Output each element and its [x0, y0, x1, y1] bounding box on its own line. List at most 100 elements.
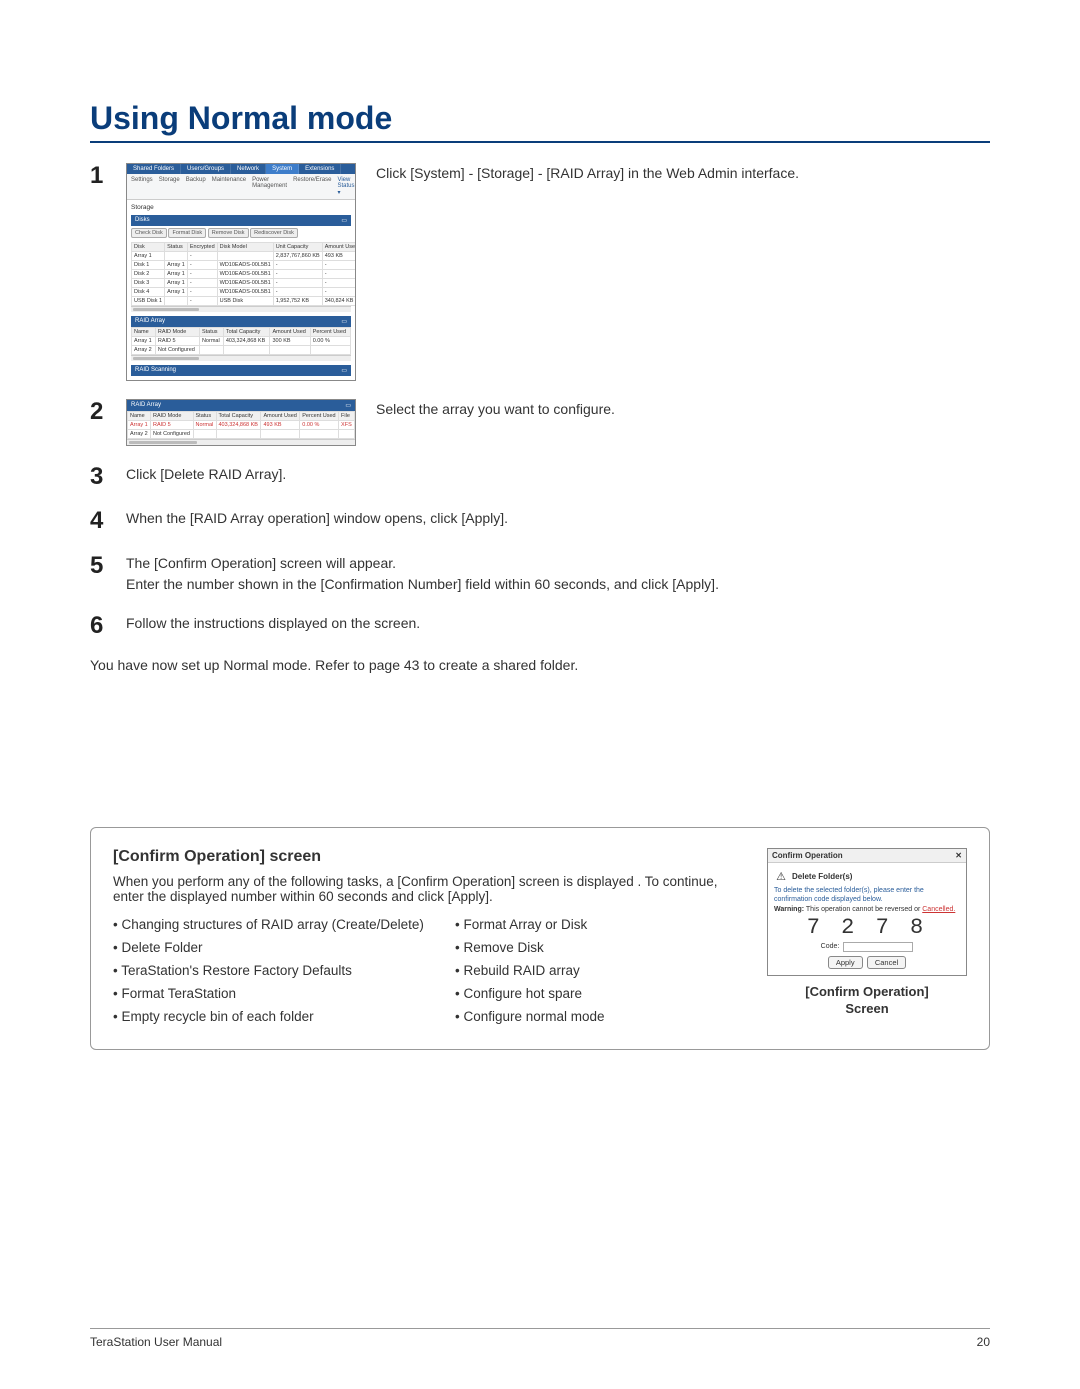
close-icon[interactable]: ✕ — [955, 851, 962, 860]
col-amount-used: Amount Used — [270, 328, 310, 337]
step-3: 3 Click [Delete RAID Array]. — [90, 464, 990, 490]
dialog-warning-label: Warning: — [774, 906, 804, 913]
cell — [270, 346, 310, 355]
cancel-button[interactable]: Cancel — [867, 956, 906, 969]
tab-shared-folders[interactable]: Shared Folders — [127, 164, 181, 174]
view-status-link[interactable]: View Status ▾ — [337, 177, 354, 196]
tab-users-groups[interactable]: Users/Groups — [181, 164, 231, 174]
h-scrollbar[interactable] — [131, 306, 351, 312]
h-scrollbar[interactable] — [131, 355, 351, 361]
cell — [193, 430, 216, 439]
sub-tabs: Settings Storage Backup Maintenance Powe… — [127, 174, 355, 200]
cell: Not Configured — [155, 346, 199, 355]
subtab-settings[interactable]: Settings — [131, 177, 153, 196]
caption-line2: Screen — [845, 1001, 888, 1016]
cell: Array 1 — [132, 252, 165, 261]
col-raid-mode: RAID Mode — [151, 412, 194, 421]
dialog-header: Confirm Operation ✕ — [768, 849, 966, 863]
cell: Array 1 — [165, 270, 188, 279]
col-name: Name — [132, 328, 156, 337]
tab-system[interactable]: System — [266, 164, 299, 174]
cell — [216, 430, 261, 439]
cell: 1,952,752 KB — [273, 297, 322, 306]
cell: - — [273, 288, 322, 297]
col-amount-used: Amount Used — [322, 243, 356, 252]
raid-scanning-header: RAID Scanning ▭ — [131, 365, 351, 376]
cell: 493 KB — [322, 252, 356, 261]
step-4-text: When the [RAID Array operation] window o… — [126, 508, 990, 529]
cell: - — [187, 261, 217, 270]
step-5-text: The [Confirm Operation] screen will appe… — [126, 553, 990, 595]
raid-array-table: Name RAID Mode Status Total Capacity Amo… — [127, 411, 355, 439]
subtab-maintenance[interactable]: Maintenance — [212, 177, 246, 196]
apply-button[interactable]: Apply — [828, 956, 863, 969]
dialog-cancelled-link[interactable]: Cancelled. — [922, 906, 955, 913]
cell: Disk 4 — [132, 288, 165, 297]
confirm-operation-box: [Confirm Operation] screen When you perf… — [90, 827, 990, 1050]
rediscover-disk-button[interactable]: Rediscover Disk — [250, 228, 298, 238]
cell: Array 1 — [128, 421, 151, 430]
cell: 0.00 % — [310, 337, 350, 346]
collapse-icon[interactable]: ▭ — [341, 367, 347, 374]
list-item: Configure hot spare — [455, 983, 655, 1006]
cell: WD10EADS-00L5B1 — [217, 288, 273, 297]
step-number: 4 — [90, 508, 126, 534]
collapse-icon[interactable]: ▭ — [345, 402, 351, 409]
table-row[interactable]: Array 2Not Configured — [128, 430, 355, 439]
collapse-icon[interactable]: ▭ — [341, 217, 347, 224]
step-6-text: Follow the instructions displayed on the… — [126, 613, 990, 634]
subtab-power-management[interactable]: Power Management — [252, 177, 287, 196]
tab-network[interactable]: Network — [231, 164, 266, 174]
step-5: 5 The [Confirm Operation] screen will ap… — [90, 553, 990, 595]
table-row-selected[interactable]: Array 1RAID 5Normal403,324,868 KB493 KB0… — [128, 421, 355, 430]
collapse-icon[interactable]: ▭ — [341, 318, 347, 325]
dialog-caption: [Confirm Operation] Screen — [767, 984, 967, 1018]
cell — [217, 252, 273, 261]
cell: WD10EADS-00L5B1 — [217, 279, 273, 288]
col-total-capacity: Total Capacity — [223, 328, 270, 337]
cell: Array 2 — [128, 430, 151, 439]
top-tabs: Shared Folders Users/Groups Network Syst… — [127, 164, 355, 174]
check-disk-button[interactable]: Check Disk — [131, 228, 167, 238]
h-scrollbar[interactable] — [127, 439, 355, 445]
cell: USB Disk 1 — [132, 297, 165, 306]
cell: - — [187, 279, 217, 288]
subtab-restore-erase[interactable]: Restore/Erase — [293, 177, 331, 196]
code-input[interactable] — [843, 942, 913, 952]
page-footer: TeraStation User Manual 20 — [90, 1328, 990, 1349]
subtab-storage[interactable]: Storage — [159, 177, 180, 196]
cell: USB Disk — [217, 297, 273, 306]
raid-array-table: Name RAID Mode Status Total Capacity Amo… — [131, 327, 351, 355]
disk-action-buttons: Check Disk Format Disk Remove Disk Redis… — [131, 228, 351, 238]
cell: 2,837,767,860 KB — [273, 252, 322, 261]
disks-header: Disks ▭ — [131, 215, 351, 226]
subtab-backup[interactable]: Backup — [186, 177, 206, 196]
cell: XFS — [339, 421, 355, 430]
cell[interactable]: Array 2 — [132, 346, 156, 355]
cell: 300 KB — [270, 337, 310, 346]
step-1: 1 Shared Folders Users/Groups Network Sy… — [90, 163, 990, 381]
format-disk-button[interactable]: Format Disk — [168, 228, 206, 238]
remove-disk-button[interactable]: Remove Disk — [208, 228, 249, 238]
confirm-operation-dialog: Confirm Operation ✕ ⚠ Delete Folder(s) T… — [767, 848, 967, 976]
step-4: 4 When the [RAID Array operation] window… — [90, 508, 990, 534]
cell: Normal — [193, 421, 216, 430]
cell: - — [187, 288, 217, 297]
post-steps-text: You have now set up Normal mode. Refer t… — [90, 657, 990, 673]
cell: 403,324,868 KB — [223, 337, 270, 346]
list-item: Format TeraStation — [113, 983, 443, 1006]
col-disk: Disk — [132, 243, 165, 252]
confirm-list-left: Changing structures of RAID array (Creat… — [113, 914, 443, 1029]
cell — [165, 252, 188, 261]
col-percent-used: Percent Used — [310, 328, 350, 337]
col-total-capacity: Total Capacity — [216, 412, 261, 421]
list-item: Changing structures of RAID array (Creat… — [113, 914, 443, 937]
tab-extensions[interactable]: Extensions — [299, 164, 341, 174]
col-status: Status — [193, 412, 216, 421]
page-title: Using Normal mode — [90, 100, 990, 143]
confirm-list-right: Format Array or Disk Remove Disk Rebuild… — [455, 914, 655, 1029]
cell — [199, 346, 223, 355]
cell[interactable]: Array 1 — [132, 337, 156, 346]
list-item: Remove Disk — [455, 937, 655, 960]
cell: - — [322, 270, 356, 279]
